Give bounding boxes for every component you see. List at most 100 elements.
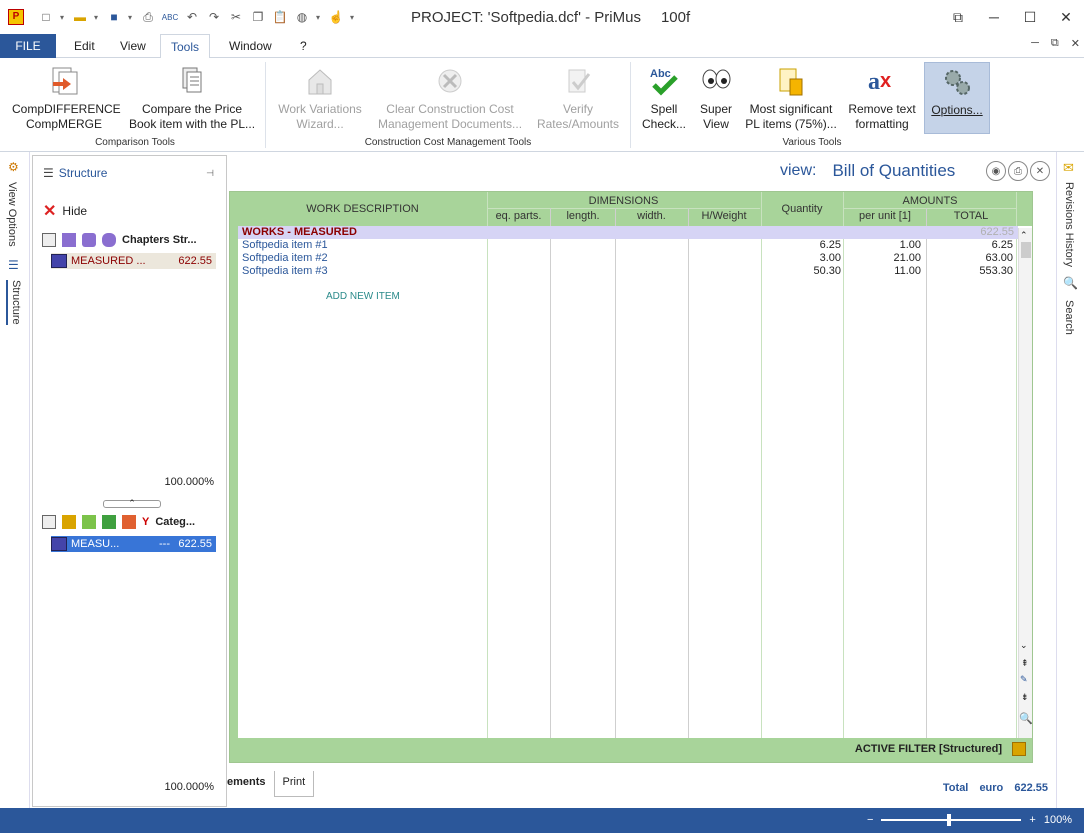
structure-tab-icon[interactable]: ☰	[8, 258, 19, 272]
tools-icon[interactable]: ✕	[1030, 161, 1050, 181]
header-work-description[interactable]: WORK DESCRIPTION	[238, 203, 487, 215]
pin-icon[interactable]: ⊣	[206, 168, 214, 179]
panel-splitter[interactable]: ⌃	[103, 499, 161, 508]
zoom-icon[interactable]: 🔍	[1019, 712, 1033, 725]
tab-view-options[interactable]: View Options	[6, 182, 18, 247]
maximize-button[interactable]: ☐	[1012, 0, 1048, 34]
tab-elements[interactable]: ements	[227, 771, 274, 797]
mail-icon[interactable]: ✉	[1063, 160, 1074, 176]
clear-ccm-button[interactable]: Clear Construction Cost Management Docum…	[374, 64, 526, 132]
table-row[interactable]: Softpedia item #2 3.00 21.00 63.00	[238, 252, 1018, 265]
header-eq-parts[interactable]: eq. parts.	[487, 210, 550, 222]
scroll-thumb[interactable]	[1021, 242, 1031, 258]
tab-search[interactable]: Search	[1063, 300, 1075, 335]
super-view-button[interactable]: Super View	[694, 64, 738, 132]
tree-view-icon[interactable]	[42, 233, 56, 247]
header-quantity[interactable]: Quantity	[761, 203, 843, 215]
category3-icon[interactable]	[102, 515, 116, 529]
header-length[interactable]: length.	[551, 210, 615, 222]
redo-icon[interactable]: ↷	[206, 9, 222, 25]
tab-structure[interactable]: Structure	[6, 280, 22, 325]
spell-icon[interactable]: ABC	[162, 9, 178, 25]
table-row[interactable]: Softpedia item #1 6.25 1.00 6.25	[238, 239, 1018, 252]
filter-icon[interactable]: Y	[142, 516, 149, 528]
chapter-row[interactable]: WORKS - MEASURED 622.55	[238, 226, 1018, 239]
level2-icon[interactable]	[82, 233, 96, 247]
app-icon[interactable]: P	[8, 9, 24, 25]
search-icon[interactable]: 🔍	[1063, 276, 1078, 290]
spell-check-button[interactable]: Abc Spell Check...	[638, 64, 690, 132]
mdi-close-icon[interactable]: ✕	[1071, 37, 1080, 50]
add-item-row[interactable]: ADD NEW ITEM	[238, 291, 1018, 304]
move-down-icon[interactable]: ⇟	[1021, 692, 1029, 703]
category1-icon[interactable]	[62, 515, 76, 529]
category2-icon[interactable]	[82, 515, 96, 529]
eye-icon[interactable]: ◉	[986, 161, 1006, 181]
zoom-in-icon[interactable]: +	[1029, 814, 1035, 826]
verify-rates-button[interactable]: Verify Rates/Amounts	[534, 64, 622, 132]
status-bar: − + 100%	[0, 808, 1084, 833]
hide-button[interactable]: ✕ Hide	[43, 201, 87, 221]
tree-view-icon[interactable]	[42, 515, 56, 529]
customize-qat-icon[interactable]: ▾	[350, 13, 356, 22]
grid-scrollbar[interactable]: ⌃ ⌄ ⇞ ✎ ⇟ 🔍	[1018, 228, 1033, 738]
save-dropdown-icon[interactable]: ▾	[128, 13, 134, 22]
tab-print[interactable]: Print	[273, 771, 315, 797]
building-icon	[303, 64, 337, 98]
level1-icon[interactable]	[62, 233, 76, 247]
category4-icon[interactable]	[122, 515, 136, 529]
close-button[interactable]: ✕	[1048, 0, 1084, 34]
new-icon[interactable]: □	[38, 9, 54, 25]
chapter-tree-item[interactable]: MEASURED ... 622.55	[51, 253, 216, 269]
move-up-icon[interactable]: ⇞	[1021, 658, 1029, 669]
new-dropdown-icon[interactable]: ▾	[60, 13, 66, 22]
restore-mode-icon[interactable]: ⧉	[940, 0, 976, 34]
category-tree-item[interactable]: MEASU... --- 622.55	[51, 536, 216, 552]
undo-icon[interactable]: ↶	[184, 9, 200, 25]
web-icon[interactable]: ◍	[294, 9, 310, 25]
scroll-up-icon[interactable]: ⌃	[1020, 230, 1028, 241]
structure-panel-title: ☰ Structure	[43, 166, 108, 180]
tab-revisions-history[interactable]: Revisions History	[1063, 182, 1075, 267]
zoom-slider-knob[interactable]	[947, 814, 952, 826]
filter-toggle-icon[interactable]	[1012, 742, 1026, 756]
open-dropdown-icon[interactable]: ▾	[94, 13, 100, 22]
file-menu[interactable]: FILE	[0, 34, 56, 58]
copy-icon[interactable]: ❐	[250, 9, 266, 25]
zoom-out-icon[interactable]: −	[867, 814, 873, 826]
tab-tools[interactable]: Tools	[160, 34, 211, 59]
compdifference-button[interactable]: CompDIFFERENCE CompMERGE	[12, 64, 121, 132]
print-preview-icon[interactable]: ⎙	[1008, 161, 1028, 181]
header-hweight[interactable]: H/Weight	[688, 210, 760, 222]
header-width[interactable]: width.	[615, 210, 688, 222]
tab-view[interactable]: View	[110, 34, 156, 58]
header-total[interactable]: TOTAL	[926, 210, 1016, 222]
mdi-restore-icon[interactable]: ⧉	[1051, 37, 1059, 50]
level3-icon[interactable]	[102, 233, 116, 247]
insert-icon[interactable]: ✎	[1020, 674, 1028, 685]
table-row[interactable]: Softpedia item #3 50.30 11.00 553.30	[238, 265, 1018, 278]
options-button[interactable]: Options...	[924, 62, 990, 134]
add-new-item-link[interactable]: ADD NEW ITEM	[326, 291, 400, 302]
mdi-minimize-icon[interactable]: ─	[1031, 37, 1039, 50]
minimize-button[interactable]: ─	[976, 0, 1012, 34]
scroll-down-icon[interactable]: ⌄	[1020, 640, 1028, 651]
tab-window[interactable]: Window	[219, 34, 282, 58]
save-icon[interactable]: ■	[106, 9, 122, 25]
web-dropdown-icon[interactable]: ▾	[316, 13, 322, 22]
touch-icon[interactable]: ☝	[328, 9, 344, 25]
compare-price-book-button[interactable]: Compare the Price Book item with the PL.…	[126, 64, 258, 132]
work-variations-button[interactable]: Work Variations Wizard...	[274, 64, 366, 132]
title-bar: P □ ▾ ▬ ▾ ■ ▾ ⎙ ABC ↶ ↷ ✂ ❐ 📋 ◍ ▾ ☝ ▾ PROJEC…	[0, 0, 1084, 34]
print-icon[interactable]: ⎙	[140, 9, 156, 25]
paste-icon[interactable]: 📋	[272, 9, 288, 25]
open-icon[interactable]: ▬	[72, 9, 88, 25]
tab-help[interactable]: ?	[290, 34, 317, 58]
cut-icon[interactable]: ✂	[228, 9, 244, 25]
significant-items-button[interactable]: Most significant PL items (75%)...	[744, 64, 838, 132]
remove-formatting-button[interactable]: ax Remove text formatting	[846, 64, 918, 132]
view-options-icon[interactable]: ⚙	[8, 160, 19, 174]
zoom-slider[interactable]	[881, 814, 1022, 826]
header-per-unit[interactable]: per unit [1]	[844, 210, 926, 222]
tab-edit[interactable]: Edit	[64, 34, 105, 58]
